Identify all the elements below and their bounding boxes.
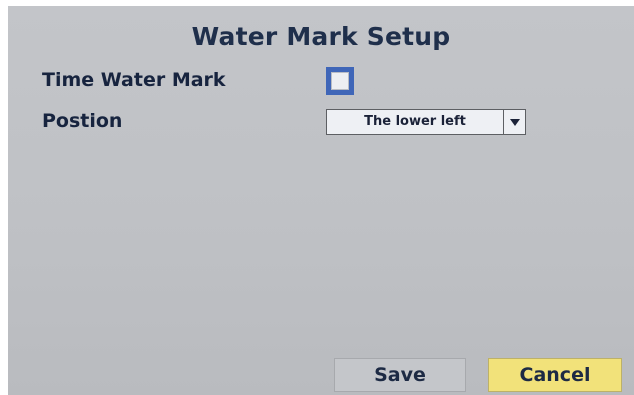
position-label: Postion xyxy=(42,110,123,132)
position-selected-value: The lower left xyxy=(326,109,504,135)
time-water-mark-checkbox[interactable] xyxy=(326,67,354,95)
cancel-button[interactable]: Cancel xyxy=(488,358,622,392)
watermark-setup-dialog: Water Mark Setup Time Water Mark Postion… xyxy=(8,6,634,395)
checkbox-box xyxy=(331,72,349,90)
save-button[interactable]: Save xyxy=(334,358,466,392)
position-dropdown[interactable]: The lower left xyxy=(326,109,526,135)
dropdown-arrow-button[interactable] xyxy=(504,109,526,135)
chevron-down-icon xyxy=(509,118,520,126)
time-water-mark-label: Time Water Mark xyxy=(42,69,226,91)
page-title: Water Mark Setup xyxy=(191,22,451,51)
